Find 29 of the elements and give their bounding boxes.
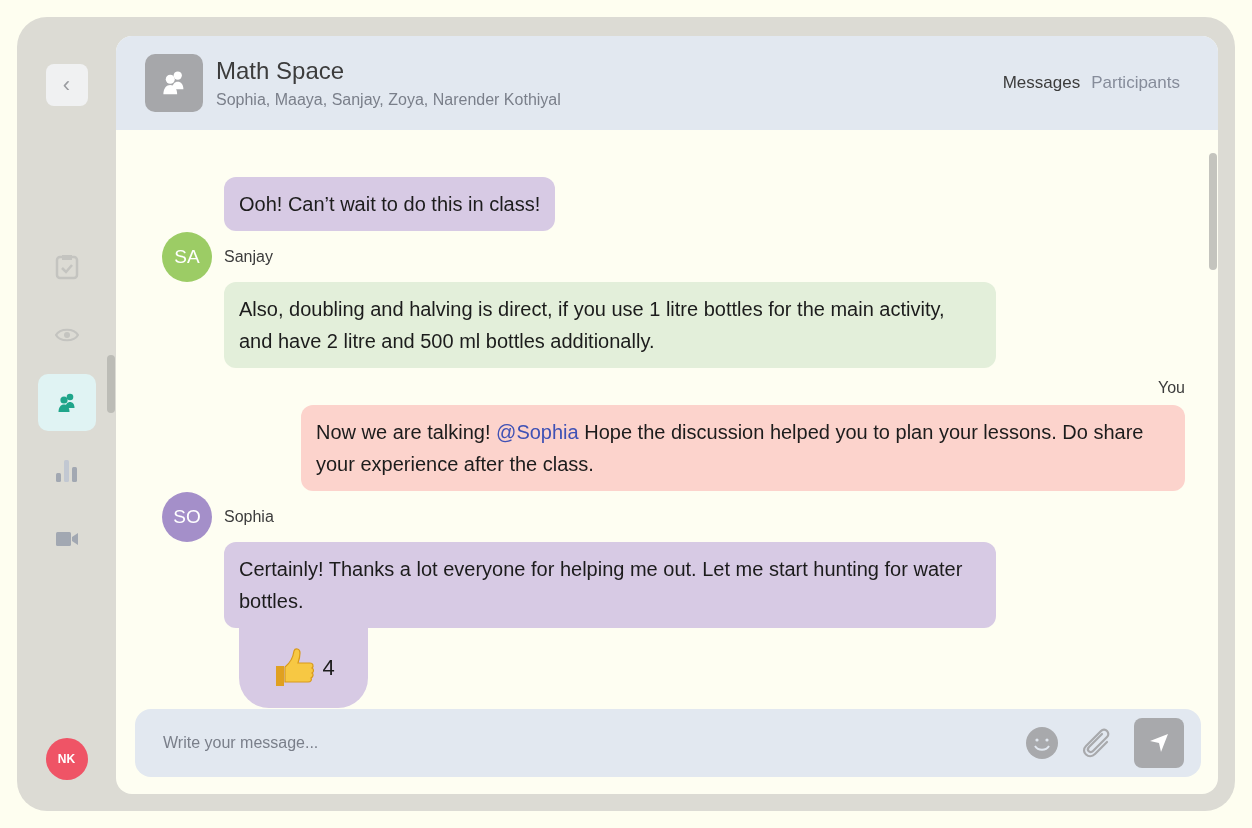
message-bubble: Certainly! Thanks a lot everyone for helping me out. Let me start hunting for water bottles.	[224, 542, 996, 628]
smiley-icon[interactable]	[1026, 727, 1058, 759]
sidebar-item[interactable]	[37, 374, 96, 431]
message-bubble: Ooh! Can’t wait to do this in class!	[224, 177, 556, 231]
reaction-badge[interactable]: 4	[239, 628, 368, 708]
message-bubble: Also, doubling and halving is direct, if you use 1 litre bottles for the main activity, and have 2 litre and 500 ml bottles additionally.	[224, 282, 996, 368]
scrollbar[interactable]	[107, 355, 115, 413]
sender-name: Sophia	[224, 508, 274, 526]
message-bubble: Now we are talking! @Sophia Hope the discussion helped you to plan your lessons. Do share your experience after the class.	[301, 405, 1185, 491]
member-list: Sophia, Maaya, Sanjay, Zoya, Narender Kothiyal	[216, 91, 561, 109]
message-field[interactable]: Write your message...	[161, 733, 1004, 753]
sender-name: You	[1158, 379, 1185, 397]
user-avatar: SO	[162, 492, 212, 542]
eye-icon	[54, 326, 79, 343]
tab[interactable]: Participants	[1091, 73, 1180, 93]
video-camera-icon	[55, 530, 78, 547]
user-avatar[interactable]: NK	[45, 738, 88, 780]
scrollbar[interactable]	[1209, 153, 1217, 270]
bar-chart-icon	[55, 459, 78, 482]
reaction-count: 4	[322, 655, 335, 681]
clipboard-check-icon	[54, 253, 79, 280]
user-avatar: SA	[162, 232, 212, 282]
send-icon	[1149, 733, 1169, 753]
chat-title: Math Space	[216, 57, 346, 85]
tab[interactable]: Messages	[1002, 73, 1081, 93]
sender-name: Sanjay	[224, 248, 273, 266]
send-button[interactable]	[1134, 718, 1184, 768]
mention-link[interactable]: @Sophia	[496, 421, 579, 443]
paperclip-icon[interactable]	[1080, 726, 1112, 760]
